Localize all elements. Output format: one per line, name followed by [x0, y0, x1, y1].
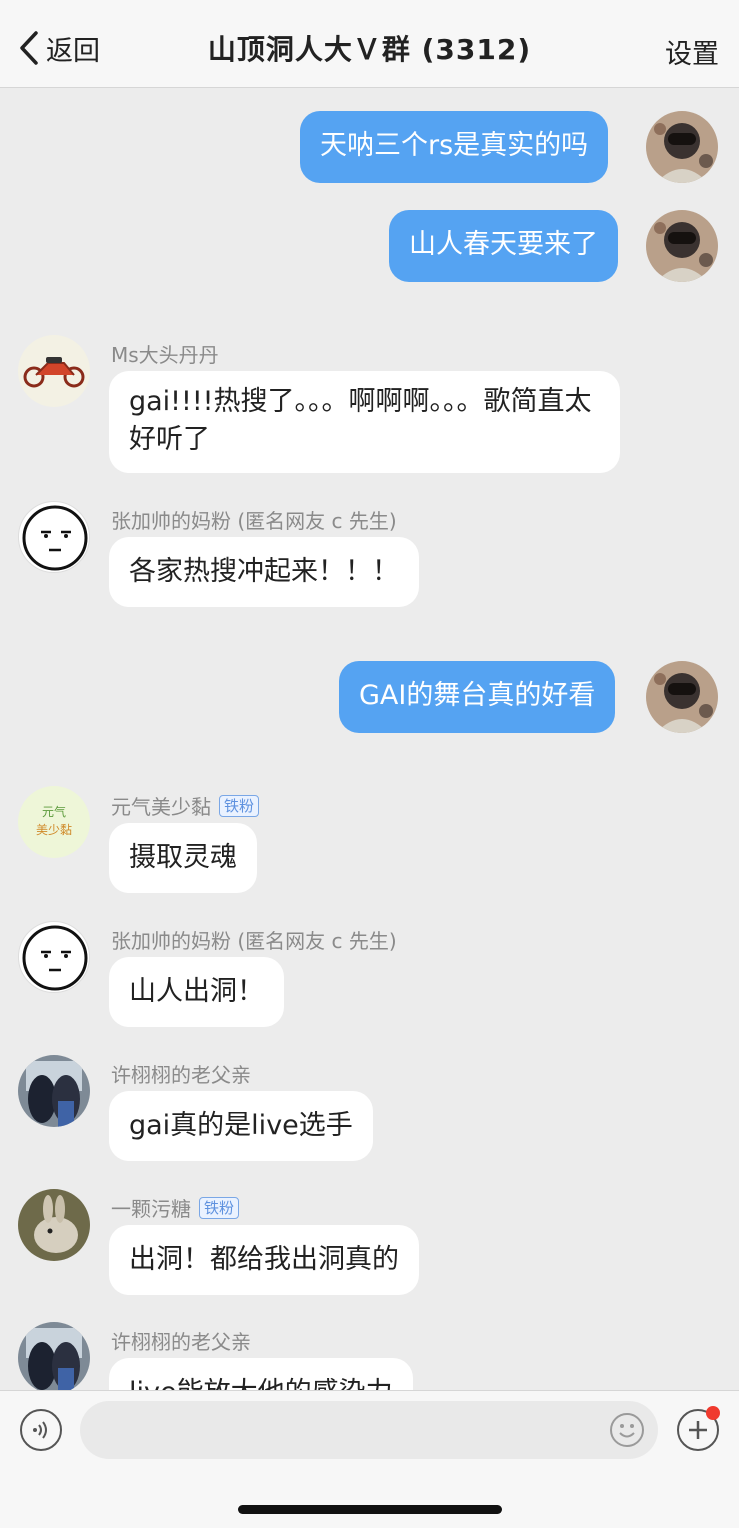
message-bubble[interactable]: 摄取灵魂 — [109, 823, 257, 893]
sender-name: 一颗污糖 铁粉 — [111, 1193, 240, 1222]
message-bubble[interactable]: gai!!!!热搜了。。。啊啊啊。。。歌简直太好听了 — [109, 371, 620, 473]
message-bubble[interactable]: 出洞！都给我出洞真的 — [109, 1225, 419, 1295]
plus-icon — [689, 1421, 707, 1439]
emoji-icon — [619, 1424, 635, 1438]
fan-badge: 铁粉 — [199, 1196, 240, 1219]
nav-header: 返回 山顶洞人大Ｖ群 (3312) 设置 — [0, 0, 739, 88]
my-message-bubble[interactable]: 天呐三个rs是真实的吗 — [300, 111, 609, 183]
home-indicator — [238, 1505, 502, 1514]
svg-text:美少黏: 美少黏 — [36, 823, 72, 837]
sender-name: 张加帅的妈粉 (匿名网友 c 先生) — [111, 929, 397, 953]
input-toolbar — [0, 1390, 739, 1528]
message-input[interactable] — [80, 1401, 658, 1459]
notification-dot — [706, 1406, 720, 1420]
more-button[interactable] — [677, 1406, 720, 1451]
photo-avatar[interactable] — [18, 1055, 90, 1127]
my-avatar[interactable] — [646, 661, 718, 733]
doodle-avatar[interactable]: 元气 美少黏 — [18, 786, 90, 858]
message-bubble[interactable]: live能放大他的感染力 — [109, 1358, 413, 1390]
my-message-bubble[interactable]: GAI的舞台真的好看 — [339, 661, 616, 733]
motorcycle-avatar[interactable] — [18, 335, 90, 407]
message-bubble[interactable]: 各家热搜冲起来！！！ — [109, 537, 419, 607]
settings-button[interactable]: 设置 — [665, 32, 719, 71]
photo-avatar[interactable] — [18, 1322, 90, 1390]
group-title: 山顶洞人大Ｖ群 (3312) — [207, 33, 532, 66]
rabbit-avatar[interactable] — [18, 1189, 90, 1261]
voice-button[interactable] — [20, 1409, 62, 1451]
my-avatar[interactable] — [646, 210, 718, 282]
voice-icon — [33, 1421, 47, 1439]
chat-list[interactable]: 天呐三个rs是真实的吗 山人春天要来了 Ms大头丹丹 gai!!!!热搜了。。。… — [0, 89, 739, 1390]
sender-name: 元气美少黏 铁粉 — [111, 791, 260, 820]
message-bubble[interactable]: 山人出洞！ — [109, 957, 284, 1027]
sender-name: 张加帅的妈粉 (匿名网友 c 先生) — [111, 509, 397, 533]
sender-name: 许栩栩的老父亲 — [111, 1330, 251, 1354]
face-sketch-avatar[interactable] — [18, 501, 90, 573]
svg-text:元气: 元气 — [42, 804, 66, 819]
sender-name: 许栩栩的老父亲 — [111, 1063, 251, 1087]
emoji-button[interactable] — [610, 1413, 644, 1447]
face-sketch-avatar[interactable] — [18, 921, 90, 993]
my-avatar[interactable] — [646, 111, 718, 183]
message-bubble[interactable]: gai真的是live选手 — [109, 1091, 373, 1161]
my-message-bubble[interactable]: 山人春天要来了 — [389, 210, 618, 282]
sender-name: Ms大头丹丹 — [111, 343, 219, 367]
fan-badge: 铁粉 — [219, 794, 260, 817]
